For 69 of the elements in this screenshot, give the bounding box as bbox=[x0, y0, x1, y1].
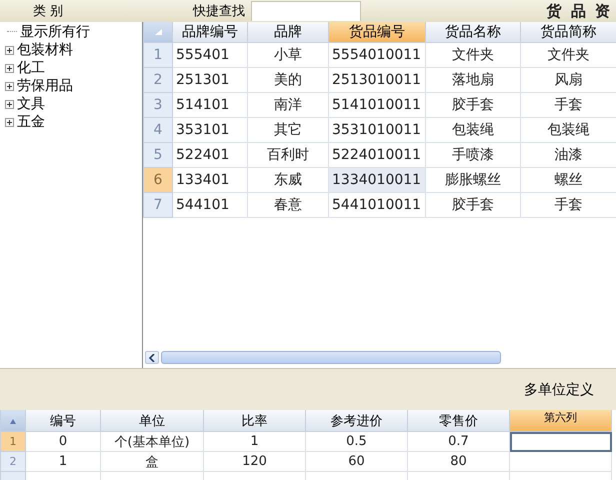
table-cell: 手喷漆 bbox=[426, 142, 520, 168]
tree-item[interactable]: 化工 bbox=[17, 59, 45, 77]
table-cell: 353101 bbox=[172, 118, 248, 142]
column-header[interactable]: 货品编号 bbox=[328, 22, 426, 42]
table-cell: 555401 bbox=[172, 42, 248, 68]
triangle-icon bbox=[8, 416, 18, 424]
table-cell: 251301 bbox=[172, 68, 248, 92]
column-header[interactable]: 第六列 bbox=[510, 410, 612, 432]
tree-item[interactable]: 显示所有行 bbox=[20, 23, 90, 41]
table-cell: 80 bbox=[408, 452, 510, 472]
table-cell: 1 bbox=[204, 432, 306, 452]
table-cell: 南洋 bbox=[248, 92, 328, 118]
expand-icon[interactable] bbox=[5, 82, 14, 90]
scrollbar-thumb[interactable] bbox=[161, 351, 501, 364]
table-cell: 膨胀螺丝 bbox=[426, 168, 520, 192]
table-cell: 胶手套 bbox=[426, 192, 520, 218]
table-cell: 5141010011 bbox=[328, 92, 426, 118]
table-cell: 春意 bbox=[248, 192, 328, 218]
tree-item[interactable]: 劳保用品 bbox=[17, 77, 73, 95]
table-cell: 落地扇 bbox=[426, 68, 520, 92]
table-cell: 个(基本单位) bbox=[100, 432, 204, 452]
table-cell: 133401 bbox=[172, 168, 248, 192]
table-cell: 0 bbox=[26, 432, 100, 452]
column-header[interactable]: 单位 bbox=[100, 410, 204, 432]
expand-icon[interactable] bbox=[5, 46, 14, 54]
table-cell: 胶手套 bbox=[426, 92, 520, 118]
table-cell: 514101 bbox=[172, 92, 248, 118]
search-label: 快捷查找 bbox=[193, 3, 246, 20]
table-cell: 5554010011 bbox=[328, 42, 426, 68]
table-cell: 120 bbox=[204, 452, 306, 472]
table-cell: 美的 bbox=[248, 68, 328, 92]
column-header[interactable]: 货品简称 bbox=[520, 22, 616, 42]
scroll-left-button[interactable] bbox=[145, 351, 159, 364]
table-cell: 0.7 bbox=[408, 432, 510, 452]
column-header[interactable]: 货品名称 bbox=[426, 22, 520, 42]
table-cell: 包装绳 bbox=[426, 118, 520, 142]
expand-icon[interactable] bbox=[5, 100, 14, 108]
tree-item[interactable]: 五金 bbox=[17, 113, 45, 131]
section-title: 多单位定义 bbox=[524, 380, 594, 398]
table-cell: 百利时 bbox=[248, 142, 328, 168]
table-cell: 1 bbox=[26, 452, 100, 472]
expand-icon[interactable] bbox=[5, 118, 14, 126]
table-cell: 0.5 bbox=[306, 432, 408, 452]
triangle-icon bbox=[153, 28, 163, 36]
select-all-cell[interactable] bbox=[144, 22, 172, 42]
table-cell: 其它 bbox=[248, 118, 328, 142]
tree-item[interactable]: 文具 bbox=[17, 95, 45, 113]
column-header[interactable]: 品牌 bbox=[248, 22, 328, 42]
table-cell: 1334010011 bbox=[328, 168, 426, 192]
column-header[interactable]: 比率 bbox=[204, 410, 306, 432]
column-header[interactable]: 参考进价 bbox=[306, 410, 408, 432]
expand-icon[interactable] bbox=[5, 64, 14, 72]
category-header: 类 别 bbox=[32, 3, 64, 20]
table-cell: 544101 bbox=[172, 192, 248, 218]
column-header[interactable]: 编号 bbox=[26, 410, 100, 432]
table-cell: 3531010011 bbox=[328, 118, 426, 142]
tree-item[interactable]: 包装材料 bbox=[17, 41, 73, 59]
table-cell: 盒 bbox=[100, 452, 204, 472]
page-title: 货 品 资 bbox=[546, 2, 613, 20]
table-cell: 2513010011 bbox=[328, 68, 426, 92]
column-header[interactable]: 零售价 bbox=[408, 410, 510, 432]
table-cell: 60 bbox=[306, 452, 408, 472]
select-all-cell[interactable] bbox=[0, 410, 26, 432]
search-field[interactable] bbox=[251, 1, 361, 21]
table-cell: 文件夹 bbox=[426, 42, 520, 68]
table-cell: 522401 bbox=[172, 142, 248, 168]
table-cell: 5441010011 bbox=[328, 192, 426, 218]
table-cell: 小草 bbox=[248, 42, 328, 68]
column-header[interactable]: 品牌编号 bbox=[172, 22, 248, 42]
